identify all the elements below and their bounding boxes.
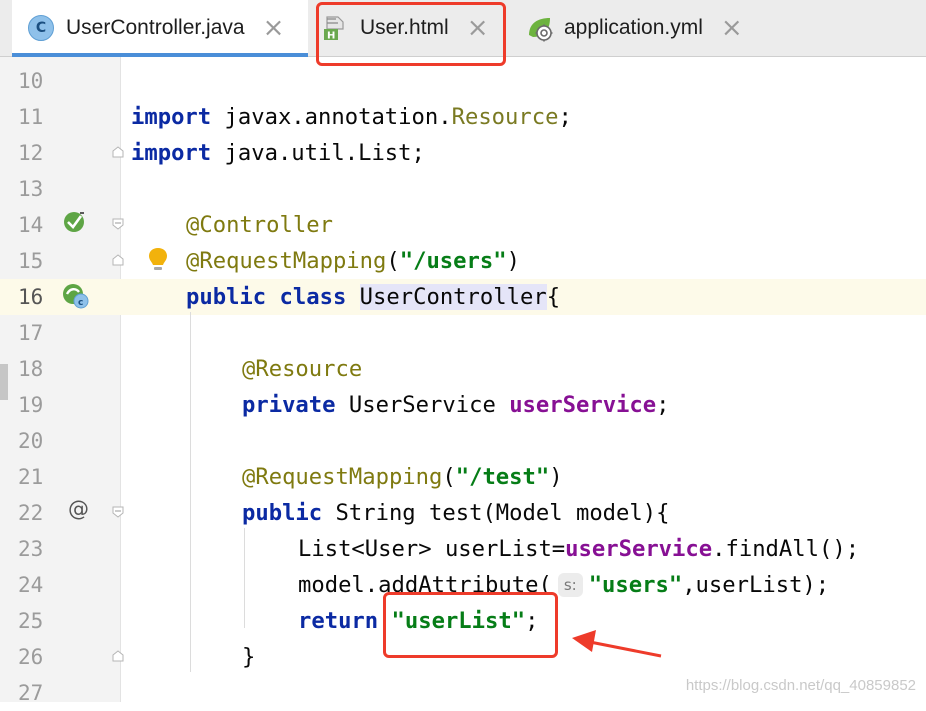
spring-yml-icon (526, 15, 553, 42)
package-name: javax.annotation. (224, 104, 452, 130)
line-number: 17 (18, 321, 44, 345)
semicolon: ; (558, 104, 572, 130)
field-name: userService (509, 392, 657, 418)
parameter-hint: s: (557, 573, 583, 597)
line-number: 24 (18, 573, 44, 597)
line-number: 20 (18, 429, 44, 453)
code-line: 18 @Resource (0, 351, 926, 387)
import-path: java.util.List; (224, 140, 425, 166)
class-name: UserController (359, 284, 547, 310)
close-tab-icon[interactable]: × (263, 13, 285, 43)
line-number: 23 (18, 537, 44, 561)
fold-start-icon[interactable] (112, 506, 124, 518)
watermark: https://blog.csdn.net/qq_40859852 (685, 677, 916, 694)
code-line: 15 @RequestMapping("/users") (0, 243, 926, 279)
arrow-icon (572, 630, 662, 658)
type-name: UserService (348, 392, 496, 418)
tab-label: UserController.java (66, 16, 245, 39)
line-number: 10 (18, 69, 44, 93)
line-number: 13 (18, 177, 44, 201)
paren: ( (442, 464, 456, 490)
keyword: private (242, 392, 336, 418)
keyword: public (186, 284, 267, 310)
string-literal: "users" (588, 572, 683, 598)
svg-text:c: c (78, 298, 83, 308)
semicolon: ; (656, 392, 670, 418)
field-name: userService (565, 536, 713, 562)
statement-start: List<User> userList= (298, 536, 566, 562)
line-number: 11 (18, 105, 44, 129)
line-number: 26 (18, 645, 44, 669)
keyword: public (242, 500, 323, 526)
method-signature: String test(Model model){ (335, 500, 670, 526)
line-number: 12 (18, 141, 44, 165)
code-line: 11 import javax.annotation.Resource; (0, 99, 926, 135)
line-number: 25 (18, 609, 44, 633)
annotation: @RequestMapping (186, 248, 387, 274)
paren: ( (386, 248, 400, 274)
tab-usercontroller-java[interactable]: C UserController.java × (12, 0, 308, 57)
code-line: 13 (0, 171, 926, 207)
code-line: 14 @Controller (0, 207, 926, 243)
indent-guide (190, 312, 191, 672)
highlight-box-user-html (316, 2, 506, 66)
line-number: 14 (18, 213, 44, 237)
code-line: 23 List<User> userList=userService.findA… (0, 531, 926, 567)
annotation: @Resource (242, 356, 363, 382)
spring-bean-class-icon[interactable]: c (62, 282, 90, 310)
brace: } (242, 644, 256, 670)
tab-application-yml[interactable]: application.yml × (526, 0, 786, 56)
brace: { (546, 284, 561, 310)
code-line: 22 public String test(Model model){ (0, 495, 926, 531)
line-number: 18 (18, 357, 44, 381)
line-number: 22 (18, 501, 44, 525)
code-line: 17 (0, 315, 926, 351)
annotation: @Controller (186, 212, 333, 238)
line-number: 27 (18, 681, 44, 705)
statement-end: .findAll(); (712, 536, 860, 562)
line-number: 15 (18, 249, 44, 273)
line-number: 21 (18, 465, 44, 489)
keyword: import (131, 104, 212, 130)
string-literal: "/test" (455, 464, 550, 490)
code-line: 19 private UserService userService; (0, 387, 926, 423)
request-mapping-icon[interactable]: @ (68, 497, 89, 521)
line-number: 16 (18, 285, 44, 309)
java-class-icon: C (28, 15, 54, 41)
code-line: 21 @RequestMapping("/test") (0, 459, 926, 495)
keyword: class (279, 284, 347, 310)
paren: ) (549, 464, 563, 490)
spring-bean-icon[interactable] (62, 210, 88, 236)
current-code-line: 16 public class UserController{ (0, 279, 926, 315)
fold-end-icon[interactable] (112, 254, 124, 266)
highlight-box-return-value (383, 592, 558, 658)
statement-end: ,userList); (682, 572, 830, 598)
string-literal: "/users" (399, 248, 507, 274)
annotation: @RequestMapping (242, 464, 443, 490)
line-number: 19 (18, 393, 44, 417)
fold-end-icon[interactable] (112, 146, 124, 158)
keyword: return (298, 608, 379, 634)
tab-label: application.yml (564, 16, 703, 39)
fold-start-icon[interactable] (112, 218, 124, 230)
code-line: 10 (0, 63, 926, 99)
class-ref: Resource (451, 104, 559, 130)
fold-end-icon[interactable] (112, 650, 124, 662)
lightbulb-icon[interactable] (146, 246, 170, 276)
close-tab-icon[interactable]: × (721, 13, 743, 43)
code-line: 12 import java.util.List; (0, 135, 926, 171)
paren: ) (506, 248, 520, 274)
indent-guide (244, 528, 245, 628)
code-line: 20 (0, 423, 926, 459)
keyword: import (131, 140, 212, 166)
